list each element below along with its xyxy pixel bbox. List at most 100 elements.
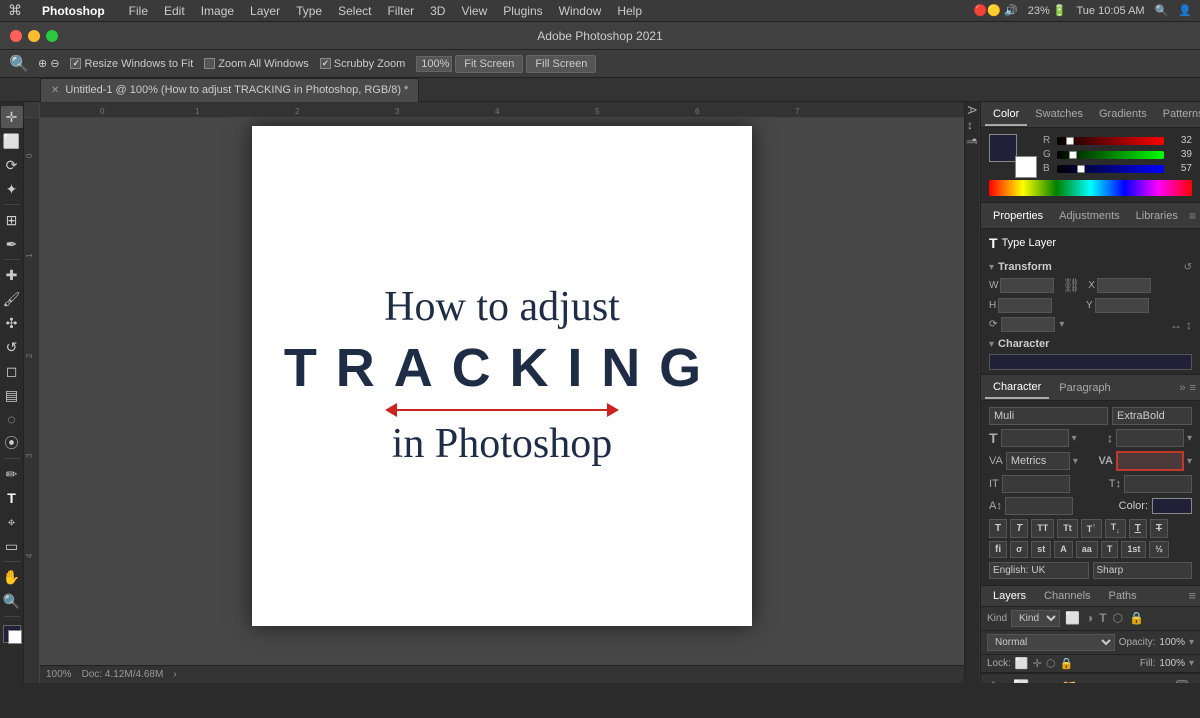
italic-button[interactable]: T xyxy=(1010,519,1028,538)
menu-help[interactable]: Help xyxy=(617,4,642,18)
swash-button[interactable]: A xyxy=(1054,541,1073,558)
add-group-button[interactable]: 📁 xyxy=(1057,677,1081,683)
layers-panel-menu[interactable]: ≡ xyxy=(1188,588,1196,603)
background-swatch[interactable] xyxy=(1015,156,1037,178)
search-icon[interactable]: 🔍 xyxy=(1155,4,1169,17)
eyedropper-tool[interactable]: ✒ xyxy=(1,233,23,255)
uppercase-button[interactable]: TT xyxy=(1031,519,1054,538)
transform-link-icon[interactable]: ⛓ xyxy=(1058,277,1084,294)
maximize-button[interactable] xyxy=(46,30,58,42)
filter-shape-icon[interactable]: ⬡ xyxy=(1112,610,1124,626)
marquee-tool[interactable]: ⬜ xyxy=(1,130,23,152)
transform-y-input[interactable]: 1.01 in xyxy=(1095,298,1149,313)
apple-menu[interactable]: ⌘ xyxy=(8,2,22,19)
filter-type-icon[interactable]: T xyxy=(1098,610,1107,626)
document-tab[interactable]: ✕ Untitled-1 @ 100% (How to adjust TRACK… xyxy=(40,78,419,102)
color-slider-r[interactable] xyxy=(1057,137,1164,145)
clone-stamp-tool[interactable]: ✣ xyxy=(1,312,23,334)
subscript-button[interactable]: T↓ xyxy=(1105,519,1126,538)
foreground-color-swatch[interactable] xyxy=(3,625,21,643)
lock-artboard-icon[interactable]: ⬡ xyxy=(1046,657,1056,670)
zoom-tool[interactable]: 🔍 xyxy=(1,590,23,612)
zoom-all-check[interactable] xyxy=(204,58,215,69)
flip-v-icon[interactable]: ↕ xyxy=(1186,318,1192,332)
minimize-button[interactable] xyxy=(28,30,40,42)
add-adjustment-button[interactable]: ◑ xyxy=(1037,677,1053,683)
contextual-button[interactable]: aa xyxy=(1076,541,1098,558)
menu-window[interactable]: Window xyxy=(559,4,602,18)
color-thumb-r[interactable] xyxy=(1066,137,1074,145)
menu-image[interactable]: Image xyxy=(201,4,234,18)
zoom-in-icon[interactable]: ⊕ xyxy=(38,57,47,70)
menu-file[interactable]: File xyxy=(129,4,148,18)
titling-button[interactable]: T xyxy=(1101,541,1119,558)
menu-select[interactable]: Select xyxy=(338,4,371,18)
background-color-swatch[interactable] xyxy=(8,630,22,644)
tab-paths[interactable]: Paths xyxy=(1101,586,1145,606)
eraser-tool[interactable]: ◻ xyxy=(1,360,23,382)
filter-adjust-icon[interactable]: ◑ xyxy=(1085,610,1094,626)
color-thumb-g[interactable] xyxy=(1069,151,1077,159)
kind-select[interactable]: Kind xyxy=(1011,610,1060,627)
scale-v-input[interactable]: 100% xyxy=(1124,475,1192,493)
menu-edit[interactable]: Edit xyxy=(164,4,185,18)
kerning-dropdown[interactable]: Metrics xyxy=(1006,452,1070,470)
add-mask-button[interactable]: ⬜ xyxy=(1009,677,1033,683)
flip-h-icon[interactable]: ↔ xyxy=(1170,318,1182,332)
color-spectrum[interactable] xyxy=(989,180,1192,196)
char-panel-menu[interactable]: ≡ xyxy=(1190,382,1196,394)
foreground-swatch[interactable] xyxy=(989,134,1017,162)
smallcaps-button[interactable]: Tt xyxy=(1057,519,1078,538)
tab-libraries[interactable]: Libraries xyxy=(1128,206,1186,226)
close-button[interactable] xyxy=(10,30,22,42)
color-slider-b[interactable] xyxy=(1057,165,1164,173)
tab-close-icon[interactable]: ✕ xyxy=(51,85,59,96)
leading-input[interactable]: 52.69 pt xyxy=(1116,429,1184,447)
font-style-dropdown[interactable]: ExtraBold xyxy=(1112,407,1192,425)
menu-plugins[interactable]: Plugins xyxy=(503,4,542,18)
healing-brush-tool[interactable]: ✚ xyxy=(1,264,23,286)
type-tool[interactable]: T xyxy=(1,487,23,509)
ligatures-button[interactable]: fi xyxy=(989,541,1007,558)
blur-tool[interactable]: ◌ xyxy=(1,408,23,430)
font-size-arrow[interactable]: ▾ xyxy=(1072,433,1077,444)
tab-color[interactable]: Color xyxy=(985,104,1027,126)
font-family-dropdown[interactable]: Muli xyxy=(989,407,1108,425)
transform-reset[interactable]: ↺ xyxy=(1184,262,1192,273)
tab-channels[interactable]: Channels xyxy=(1036,586,1098,606)
shape-tool[interactable]: ▭ xyxy=(1,535,23,557)
fit-screen-button[interactable]: Fit Screen xyxy=(455,55,523,73)
lock-position-icon[interactable]: ✛ xyxy=(1033,657,1042,670)
char-panel-expand[interactable]: » xyxy=(1179,382,1185,394)
gradient-tool[interactable]: ▤ xyxy=(1,384,23,406)
color-slider-g[interactable] xyxy=(1057,151,1164,159)
user-icon[interactable]: 👤 xyxy=(1178,4,1192,17)
bold-button[interactable]: T xyxy=(989,519,1007,538)
tracking-arrow[interactable]: ▾ xyxy=(1187,456,1192,467)
delete-layer-button[interactable]: 🗑 xyxy=(1169,677,1194,683)
blend-mode-select[interactable]: Normal xyxy=(987,634,1115,651)
font-size-input[interactable]: 33.85 pt xyxy=(1001,429,1069,447)
transform-h-input[interactable]: 1.99 in xyxy=(998,298,1052,313)
baseline-input[interactable]: 0 pt xyxy=(1005,497,1073,515)
ordinal-button[interactable]: 1st xyxy=(1121,541,1146,558)
filter-smart-icon[interactable]: 🔒 xyxy=(1128,610,1145,626)
transform-w-input[interactable]: 3.59 in xyxy=(1000,278,1054,293)
mid-icon-3[interactable]: ¶ xyxy=(965,138,979,144)
lock-pixels-icon[interactable]: ⬜ xyxy=(1015,657,1029,670)
transform-collapse-icon[interactable]: ▾ xyxy=(989,262,994,273)
strikethrough-button[interactable]: T xyxy=(1150,519,1168,538)
color-thumb-b[interactable] xyxy=(1077,165,1085,173)
menu-filter[interactable]: Filter xyxy=(387,4,414,18)
rotation-input[interactable]: 0.00° xyxy=(1001,317,1055,332)
stylistic-button[interactable]: st xyxy=(1031,541,1051,558)
path-selection-tool[interactable]: ⌖ xyxy=(1,511,23,533)
scale-h-input[interactable]: 100% xyxy=(1002,475,1070,493)
char-color-swatch[interactable] xyxy=(1152,498,1192,514)
underline-button[interactable]: T xyxy=(1129,519,1147,538)
magic-wand-tool[interactable]: ✦ xyxy=(1,178,23,200)
superscript-button[interactable]: T↑ xyxy=(1081,519,1102,538)
fill-screen-button[interactable]: Fill Screen xyxy=(526,55,596,73)
language-dropdown[interactable]: English: UK xyxy=(989,562,1089,579)
tab-properties[interactable]: Properties xyxy=(985,206,1051,226)
